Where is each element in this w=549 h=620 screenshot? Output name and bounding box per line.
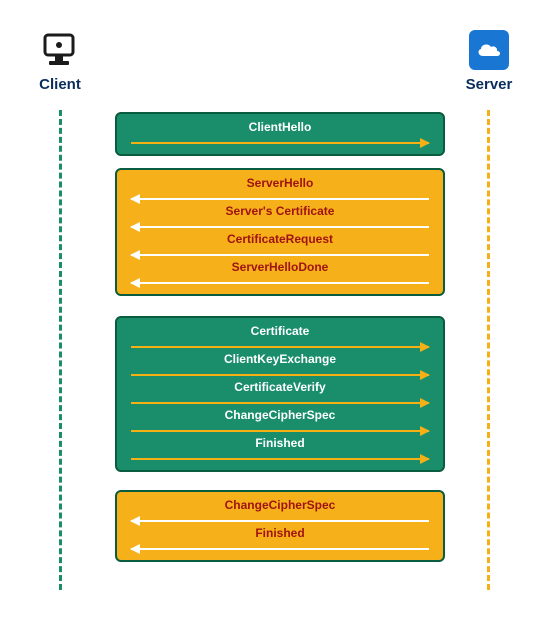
lifeline-server <box>487 110 490 590</box>
arrow-left-icon <box>131 254 429 256</box>
message-label: ChangeCipherSpec <box>225 408 336 424</box>
message-label: ServerHelloDone <box>232 260 329 276</box>
endpoint-client: Client <box>25 30 95 93</box>
arrow-right-icon <box>131 346 429 348</box>
sequence-diagram: Client Server ClientHelloServerHelloServ… <box>25 30 524 590</box>
message-label: CertificateVerify <box>234 380 325 396</box>
message-row: Finished <box>129 526 431 554</box>
lifeline-client <box>59 110 62 590</box>
message-row: ChangeCipherSpec <box>129 498 431 526</box>
endpoint-server-label: Server <box>454 76 524 93</box>
message-label: ChangeCipherSpec <box>225 498 336 514</box>
message-row: ServerHelloDone <box>129 260 431 288</box>
arrow-right-icon <box>131 142 429 144</box>
message-label: ClientHello <box>249 120 312 136</box>
message-row: Finished <box>129 436 431 464</box>
desktop-icon <box>40 30 80 70</box>
arrow-right-icon <box>131 430 429 432</box>
cloud-icon <box>469 30 509 70</box>
arrow-right-icon <box>131 458 429 460</box>
arrow-left-icon <box>131 282 429 284</box>
message-row: ChangeCipherSpec <box>129 408 431 436</box>
message-label: Certificate <box>251 324 310 340</box>
message-row: ServerHello <box>129 176 431 204</box>
arrow-left-icon <box>131 520 429 522</box>
arrow-right-icon <box>131 374 429 376</box>
message-label: Server's Certificate <box>226 204 335 220</box>
message-row: CertificateVerify <box>129 380 431 408</box>
message-block-3: ChangeCipherSpec Finished <box>115 490 445 562</box>
message-row: ClientHello <box>129 120 431 148</box>
arrow-right-icon <box>131 402 429 404</box>
message-label: Finished <box>255 526 304 542</box>
arrow-left-icon <box>131 226 429 228</box>
message-row: CertificateRequest <box>129 232 431 260</box>
message-row: Certificate <box>129 324 431 352</box>
message-label: ClientKeyExchange <box>224 352 336 368</box>
message-block-2: Certificate ClientKeyExchange CertificateV… <box>115 316 445 472</box>
arrow-left-icon <box>131 548 429 550</box>
endpoint-client-label: Client <box>25 76 95 93</box>
message-block-1: ServerHello Server's Certificate Certifica… <box>115 168 445 296</box>
endpoint-server: Server <box>454 30 524 93</box>
message-block-0: ClientHello <box>115 112 445 156</box>
message-label: Finished <box>255 436 304 452</box>
message-label: ServerHello <box>247 176 314 192</box>
arrow-left-icon <box>131 198 429 200</box>
message-row: ClientKeyExchange <box>129 352 431 380</box>
message-row: Server's Certificate <box>129 204 431 232</box>
message-label: CertificateRequest <box>227 232 333 248</box>
